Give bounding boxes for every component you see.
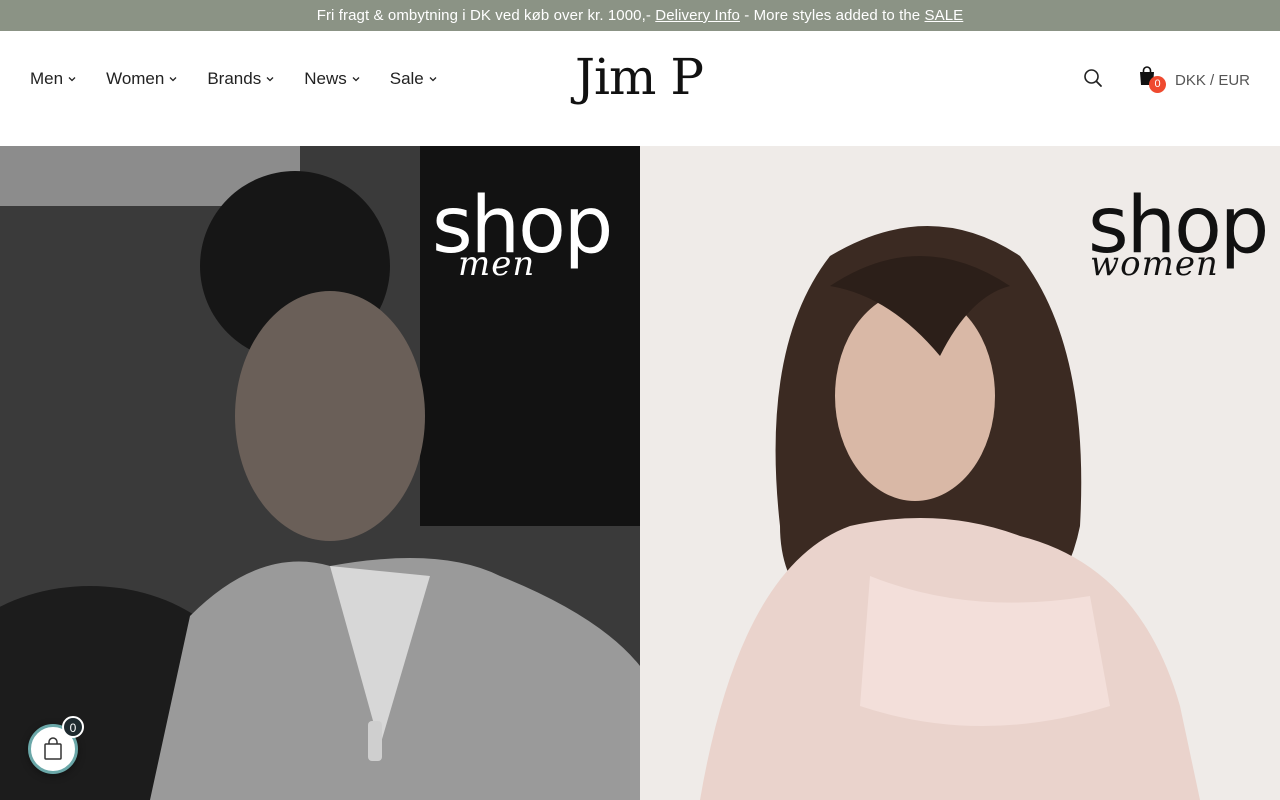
cart-count-badge: 0 — [1149, 76, 1166, 93]
delivery-info-link[interactable]: Delivery Info — [655, 7, 740, 24]
floating-cart-count: 0 — [62, 716, 84, 738]
chevron-down-icon — [352, 77, 360, 82]
chevron-down-icon — [68, 77, 76, 82]
shopping-bag-icon — [44, 737, 62, 760]
nav-item-label: Sale — [389, 69, 424, 88]
nav-item-label: Women — [106, 69, 165, 88]
nav-item-label: Brands — [207, 69, 262, 88]
search-button[interactable] — [1083, 68, 1103, 88]
chevron-down-icon — [429, 77, 437, 82]
nav-item-news[interactable]: News — [304, 69, 360, 89]
announcement-bar: Fri fragt & ombytning i DK ved køb over … — [0, 0, 1280, 31]
nav-item-brands[interactable]: Brands — [207, 69, 274, 89]
nav-item-label: News — [304, 69, 347, 88]
hero-shop-women[interactable]: shop women — [640, 146, 1280, 800]
nav-item-label: Men — [30, 69, 64, 88]
nav-item-women[interactable]: Women — [106, 69, 177, 89]
cart-button[interactable]: 0 — [1138, 66, 1166, 94]
hero-men-subtitle: men — [458, 244, 536, 284]
nav-item-sale[interactable]: Sale — [390, 69, 437, 89]
hero-shop-men[interactable]: shop men — [0, 146, 640, 800]
main-nav: Men Women Brands News Sale — [30, 69, 467, 89]
currency-switcher[interactable]: DKK / EUR — [1175, 72, 1250, 89]
search-icon — [1084, 69, 1102, 87]
announcement-text: Fri fragt & ombytning i DK ved køb over … — [316, 7, 651, 24]
site-logo[interactable]: Jim P — [575, 47, 710, 107]
chevron-down-icon — [266, 77, 274, 82]
announcement-text-middle: - More styles added to the — [744, 7, 921, 24]
sale-link[interactable]: SALE — [925, 7, 964, 24]
nav-item-men[interactable]: Men — [30, 69, 76, 89]
chevron-down-icon — [169, 77, 177, 82]
hero-women-subtitle: women — [1090, 244, 1219, 284]
site-header: Men Women Brands News Sale Jim P 0 DKK /… — [0, 31, 1280, 146]
